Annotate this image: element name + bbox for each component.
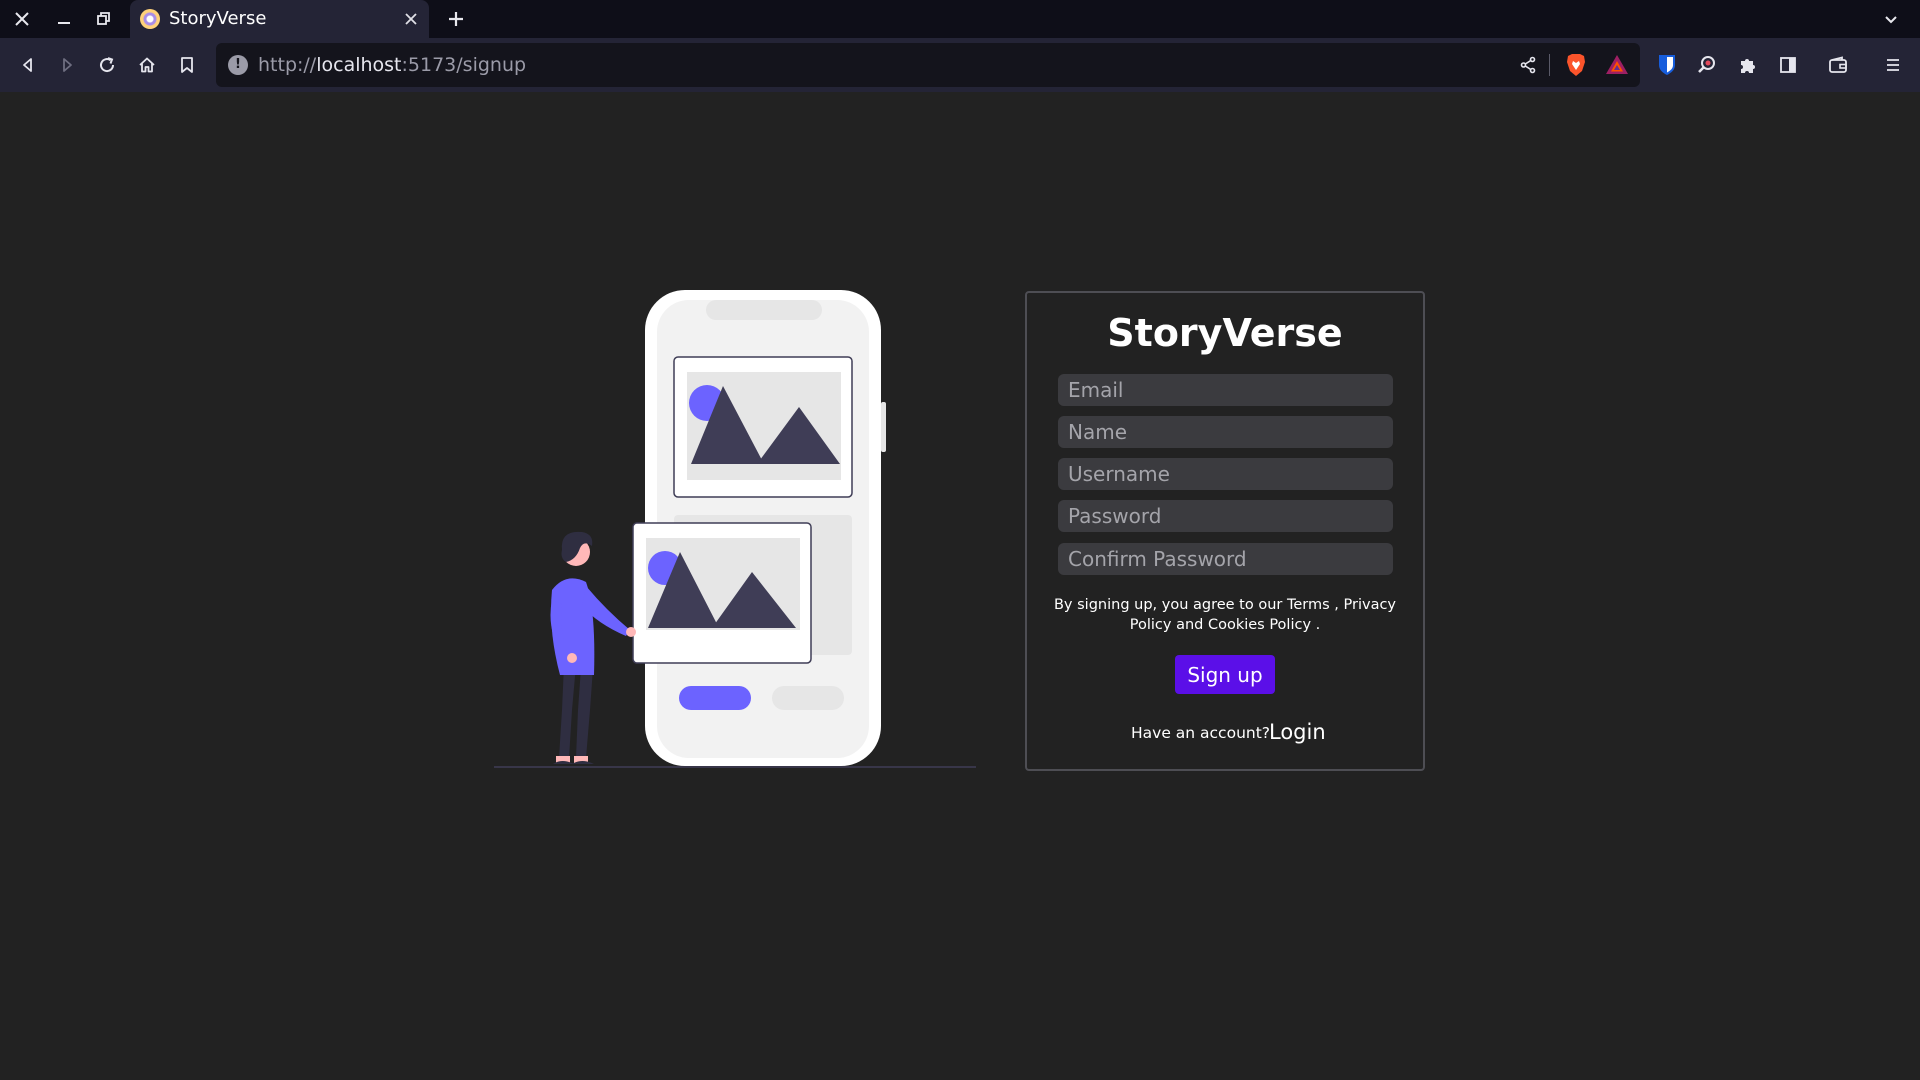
bookmark-button[interactable] bbox=[170, 48, 204, 82]
login-link[interactable]: Login bbox=[1269, 720, 1326, 744]
restore-window-button[interactable] bbox=[84, 0, 124, 38]
main-menu-button[interactable] bbox=[1876, 48, 1910, 82]
address-bar[interactable]: ! http://localhost:5173/signup bbox=[216, 43, 1640, 87]
terms-notice: By signing up, you agree to our Terms , … bbox=[1047, 595, 1403, 635]
reload-icon bbox=[100, 57, 115, 73]
url-divider bbox=[1549, 54, 1550, 76]
terms-suffix: . bbox=[1315, 617, 1321, 633]
bat-triangle-icon bbox=[1606, 55, 1628, 74]
tab-title: StoryVerse bbox=[169, 8, 267, 29]
wallet-icon bbox=[1829, 56, 1847, 73]
confirm-password-field[interactable] bbox=[1058, 543, 1393, 575]
phone-notch bbox=[706, 300, 822, 320]
person-leg-right bbox=[576, 668, 593, 758]
close-icon bbox=[405, 13, 417, 25]
phone-secondary-pill bbox=[772, 686, 844, 710]
browser-toolbar: ! http://localhost:5173/signup bbox=[0, 38, 1920, 92]
tab-close-button[interactable] bbox=[399, 7, 423, 31]
brave-rewards-button[interactable] bbox=[1604, 52, 1630, 78]
bitwarden-icon bbox=[1659, 55, 1675, 75]
terms-prefix: By signing up, you agree to our bbox=[1053, 597, 1283, 613]
phone-side-button bbox=[881, 402, 886, 452]
person-leg-left bbox=[559, 665, 576, 758]
plus-icon bbox=[449, 12, 463, 26]
url-scheme: http:// bbox=[258, 54, 317, 76]
home-icon bbox=[139, 57, 155, 73]
terms-link[interactable]: Terms bbox=[1287, 597, 1330, 613]
site-info-icon[interactable]: ! bbox=[228, 55, 248, 75]
sidebar-button[interactable] bbox=[1771, 48, 1805, 82]
signup-button[interactable]: Sign up bbox=[1175, 655, 1275, 694]
bookmark-icon bbox=[181, 57, 193, 73]
terms-and: and bbox=[1176, 617, 1204, 633]
home-button[interactable] bbox=[130, 48, 164, 82]
wallet-button[interactable] bbox=[1821, 48, 1855, 82]
username-field[interactable] bbox=[1058, 458, 1393, 490]
password-field[interactable] bbox=[1058, 500, 1393, 532]
tab-storyverse[interactable]: StoryVerse bbox=[130, 0, 429, 38]
close-window-button[interactable] bbox=[2, 0, 42, 38]
url-path: :5173/signup bbox=[401, 54, 527, 76]
bitwarden-extension-button[interactable] bbox=[1650, 48, 1684, 82]
extensions-button[interactable] bbox=[1731, 48, 1765, 82]
cookies-policy-link[interactable]: Cookies Policy bbox=[1208, 617, 1311, 633]
zoom-button[interactable] bbox=[1690, 48, 1724, 82]
chevron-down-icon bbox=[1885, 16, 1897, 24]
signup-illustration bbox=[494, 290, 976, 768]
app-title: StoryVerse bbox=[1107, 311, 1343, 355]
menu-icon bbox=[1887, 59, 1899, 71]
page-content: StoryVerse By signing up, you agree to o… bbox=[0, 92, 1920, 1080]
tab-bar: StoryVerse bbox=[0, 0, 1920, 38]
have-account-text: Have an account? bbox=[1131, 724, 1271, 742]
storyverse-favicon-icon bbox=[140, 9, 160, 29]
minimize-icon bbox=[58, 22, 70, 24]
signup-form: StoryVerse By signing up, you agree to o… bbox=[1025, 291, 1425, 771]
forward-button[interactable] bbox=[50, 48, 84, 82]
puzzle-icon bbox=[1741, 59, 1755, 73]
forward-icon bbox=[63, 58, 72, 72]
share-icon bbox=[1520, 56, 1536, 74]
person-hand-back bbox=[567, 653, 577, 663]
brave-shields-button[interactable] bbox=[1563, 52, 1589, 78]
url-host: localhost bbox=[316, 54, 402, 76]
back-button[interactable] bbox=[11, 48, 45, 82]
zoom-icon bbox=[1698, 56, 1715, 73]
email-field[interactable] bbox=[1058, 374, 1393, 406]
person-hand bbox=[626, 627, 636, 637]
sidebar-icon bbox=[1780, 57, 1796, 73]
new-tab-button[interactable] bbox=[441, 4, 471, 34]
tab-list-button[interactable] bbox=[1876, 4, 1906, 34]
name-field[interactable] bbox=[1058, 416, 1393, 448]
close-icon bbox=[15, 12, 29, 26]
url-text[interactable]: http://localhost:5173/signup bbox=[258, 54, 526, 76]
restore-icon bbox=[97, 12, 110, 25]
share-button[interactable] bbox=[1516, 53, 1540, 77]
brave-shield-icon bbox=[1567, 54, 1585, 76]
terms-separator: , bbox=[1334, 597, 1339, 613]
reload-button[interactable] bbox=[90, 48, 124, 82]
minimize-window-button[interactable] bbox=[44, 0, 84, 38]
phone-primary-pill bbox=[679, 686, 751, 710]
back-icon bbox=[23, 58, 32, 72]
